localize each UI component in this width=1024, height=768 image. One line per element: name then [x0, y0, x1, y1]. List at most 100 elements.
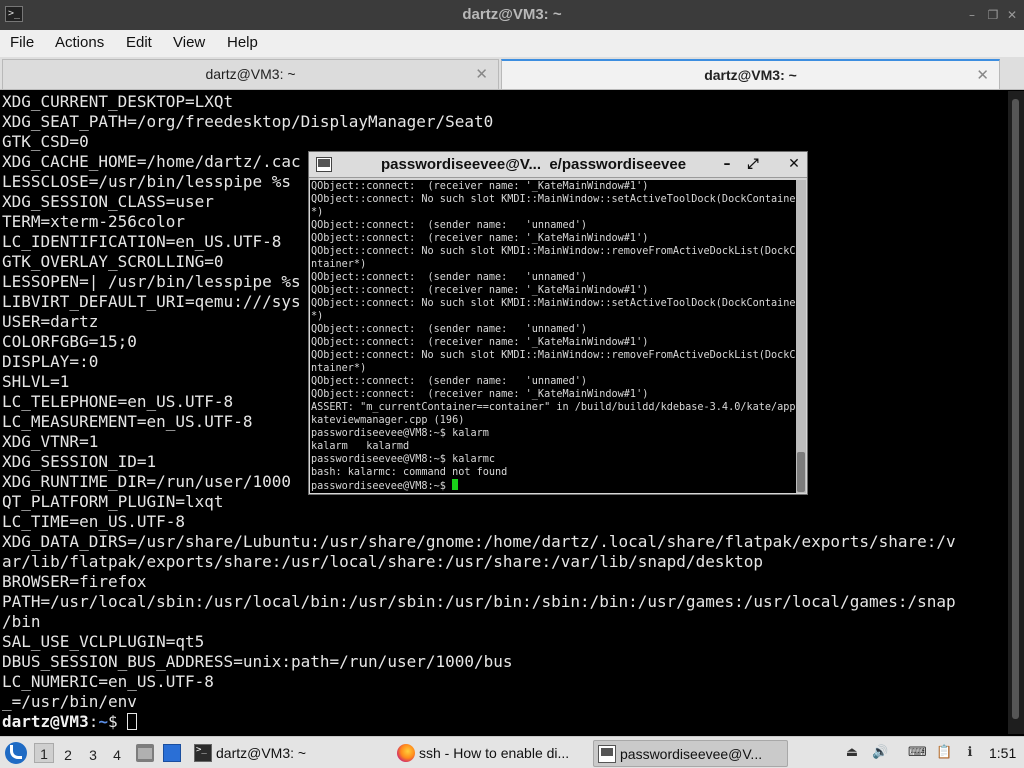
workspace-1[interactable]: 1 [34, 743, 54, 763]
terminal-line: /bin [2, 612, 41, 631]
xterm-maximize-icon[interactable]: ⤢ [745, 155, 761, 173]
firefox-icon [397, 744, 415, 762]
window-titlebar[interactable]: >_ dartz@VM3: ~ – ❐ ✕ [0, 0, 1024, 30]
window-title: dartz@VM3: ~ [462, 6, 562, 23]
xterm-line: QObject::connect: (sender name: 'unnamed… [311, 220, 588, 231]
xterm-line: QObject::connect: (sender name: 'unnamed… [311, 324, 588, 335]
minimize-icon[interactable]: – [964, 7, 980, 23]
xterm-line: QObject::connect: (sender name: 'unnamed… [311, 272, 588, 283]
xterm-line: QObject::connect: (sender name: 'unnamed… [311, 376, 588, 387]
taskbar-task-firefox[interactable]: ssh - How to enable di... [393, 740, 588, 767]
xterm-line: QObject::connect: (receiver name: '_Kate… [311, 233, 649, 244]
xterm-line: QObject::connect: No such slot KMDI::Mai… [311, 246, 796, 257]
menu-edit[interactable]: Edit [126, 34, 152, 51]
xterm-line: kateviewmanager.cpp (196) [311, 415, 465, 426]
eject-icon[interactable]: ⏏ [844, 745, 860, 761]
task-label: dartz@VM3: ~ [216, 745, 307, 761]
terminal-line: DBUS_SESSION_BUS_ADDRESS=unix:path=/run/… [2, 652, 513, 671]
start-menu-icon[interactable] [5, 742, 27, 764]
scrollbar-thumb[interactable] [1012, 99, 1019, 719]
xterm-scrollbar[interactable] [796, 180, 806, 493]
xterm-line: kalarm kalarmd [311, 441, 410, 452]
task-label: passwordiseevee@V... [620, 746, 763, 762]
prompt-separator: : [88, 712, 99, 731]
terminal-cursor [127, 713, 138, 730]
xterm-icon [598, 745, 616, 763]
xterm-cursor [452, 479, 459, 490]
xterm-line: QObject::connect: No such slot KMDI::Mai… [311, 298, 796, 309]
xterm-line: bash: kalarmc: command not found [311, 467, 508, 478]
xterm-line: QObject::connect: (receiver name: '_Kate… [311, 181, 649, 192]
xterm-prompt-text: passwordiseevee@VM8:~$ [311, 481, 453, 492]
xterm-line: *) [311, 311, 324, 322]
xterm-lines: QObject::connect: (receiver name: '_Kate… [311, 180, 796, 492]
xterm-window[interactable]: passwordiseevee@V... e/passwordiseevee –… [308, 151, 808, 495]
tab-label: dartz@VM3: ~ [704, 67, 797, 83]
xterm-line: QObject::connect: No such slot KMDI::Mai… [311, 194, 796, 205]
file-manager-icon[interactable] [136, 744, 154, 762]
xterm-close-icon[interactable]: ✕ [786, 155, 802, 173]
xterm-scrollbar-thumb[interactable] [797, 452, 805, 492]
xterm-output[interactable]: QObject::connect: (receiver name: '_Kate… [310, 180, 796, 493]
xterm-icon [316, 157, 332, 172]
xterm-line: QObject::connect: (receiver name: '_Kate… [311, 285, 649, 296]
taskbar-task-terminal[interactable]: dartz@VM3: ~ [190, 740, 385, 767]
xterm-line: QObject::connect: (receiver name: '_Kate… [311, 337, 649, 348]
terminal-prompt[interactable]: dartz@VM3:~$ [2, 712, 138, 732]
xterm-line: *) [311, 207, 324, 218]
workspace-2[interactable]: 2 [58, 745, 78, 765]
terminal-line: XDG_CURRENT_DESKTOP=LXQt [2, 92, 234, 111]
prompt-symbol: $ [107, 712, 128, 731]
tab-terminal-2[interactable]: dartz@VM3: ~ ✕ [501, 59, 1000, 89]
clock[interactable]: 1:51 [989, 745, 1016, 761]
show-desktop-icon[interactable] [163, 744, 181, 762]
maximize-icon[interactable]: ❐ [985, 7, 1001, 23]
menu-file[interactable]: File [10, 34, 34, 51]
updates-icon[interactable]: ℹ [962, 745, 978, 761]
tab-terminal-1[interactable]: dartz@VM3: ~ ✕ [2, 59, 499, 89]
terminal-line: LC_NUMERIC=en_US.UTF-8 [2, 672, 214, 691]
tab-bar: dartz@VM3: ~ ✕ dartz@VM3: ~ ✕ [0, 57, 1024, 90]
prompt-directory: ~ [98, 712, 108, 731]
xterm-minimize-icon[interactable]: – [719, 155, 735, 173]
taskbar: 1 2 3 4 dartz@VM3: ~ ssh - How to enable… [0, 736, 1024, 768]
xterm-title: passwordiseevee@V... e/passwordiseevee [381, 156, 687, 173]
xterm-line: passwordiseevee@VM8:~$ kalarmc [311, 454, 496, 465]
terminal-line: XDG_DATA_DIRS=/usr/share/Lubuntu:/usr/sh… [2, 532, 956, 551]
terminal-line: BROWSER=firefox [2, 572, 147, 591]
task-label: ssh - How to enable di... [419, 745, 570, 761]
xterm-line: ntainer*) [311, 259, 367, 270]
menu-actions[interactable]: Actions [55, 34, 104, 51]
terminal-line: ar/lib/flatpak/exports/share:/usr/local/… [2, 552, 763, 571]
terminal-line: QT_PLATFORM_PLUGIN=lxqt [2, 492, 224, 511]
xterm-line: ASSERT: "m_currentContainer==container" … [311, 402, 796, 413]
terminal-line: SAL_USE_VCLPLUGIN=qt5 [2, 632, 205, 651]
xterm-prompt[interactable]: passwordiseevee@VM8:~$ [311, 479, 796, 492]
terminal-line: _=/usr/bin/env [2, 692, 137, 711]
prompt-user: dartz@VM3 [2, 712, 89, 731]
keyboard-icon[interactable]: ⌨ [908, 745, 927, 761]
workspace-4[interactable]: 4 [107, 745, 127, 765]
terminal-line: LC_TIME=en_US.UTF-8 [2, 512, 186, 531]
xterm-titlebar[interactable]: passwordiseevee@V... e/passwordiseevee –… [309, 152, 807, 178]
terminal-line: PATH=/usr/local/sbin:/usr/local/bin:/usr… [2, 592, 956, 611]
menu-view[interactable]: View [173, 34, 205, 51]
terminal-scrollbar[interactable] [1008, 91, 1024, 734]
xterm-line: passwordiseevee@VM8:~$ kalarm [311, 428, 489, 439]
menu-bar: File Actions Edit View Help [0, 30, 1024, 57]
terminal-line: XDG_SEAT_PATH=/org/freedesktop/DisplayMa… [2, 112, 494, 131]
xterm-line: QObject::connect: No such slot KMDI::Mai… [311, 350, 796, 361]
terminal-line: GTK_CSD=0 [2, 132, 89, 151]
menu-help[interactable]: Help [227, 34, 258, 51]
tab-close-icon[interactable]: ✕ [976, 66, 989, 84]
taskbar-task-xterm[interactable]: passwordiseevee@V... [593, 740, 788, 767]
xterm-line: QObject::connect: (receiver name: '_Kate… [311, 389, 649, 400]
workspace-3[interactable]: 3 [83, 745, 103, 765]
tab-close-icon[interactable]: ✕ [475, 65, 488, 83]
clipboard-icon[interactable]: 📋 [936, 745, 952, 761]
terminal-icon [194, 744, 212, 762]
xterm-line: ntainer*) [311, 363, 367, 374]
close-icon[interactable]: ✕ [1004, 7, 1020, 23]
tab-label: dartz@VM3: ~ [205, 66, 296, 82]
volume-icon[interactable]: 🔊 [872, 745, 888, 761]
